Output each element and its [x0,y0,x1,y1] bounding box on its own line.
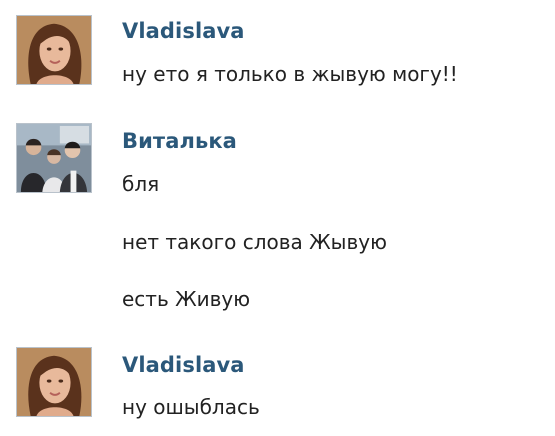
sender-avatar[interactable] [16,123,92,193]
message-text: нет такого слова Жывую [122,230,387,254]
message-text: бля [122,172,160,196]
message-text: есть Живую [122,287,251,311]
sender-avatar[interactable] [16,15,92,85]
sender-name[interactable]: Vladislava [122,352,245,378]
sender-name[interactable]: Виталька [122,128,237,154]
sender-name[interactable]: Vladislava [122,18,245,44]
chat-conversation: Vladislava ну ето я только в жывую могу!… [0,0,555,436]
message-text: ну ето я только в жывую могу!! [122,62,458,86]
girl-portrait-avatar-icon [17,348,91,416]
girl-portrait-avatar-icon [17,16,91,84]
message-text: ну ошыблась [122,395,260,419]
sender-avatar[interactable] [16,347,92,417]
group-photo-avatar-icon [17,124,91,192]
